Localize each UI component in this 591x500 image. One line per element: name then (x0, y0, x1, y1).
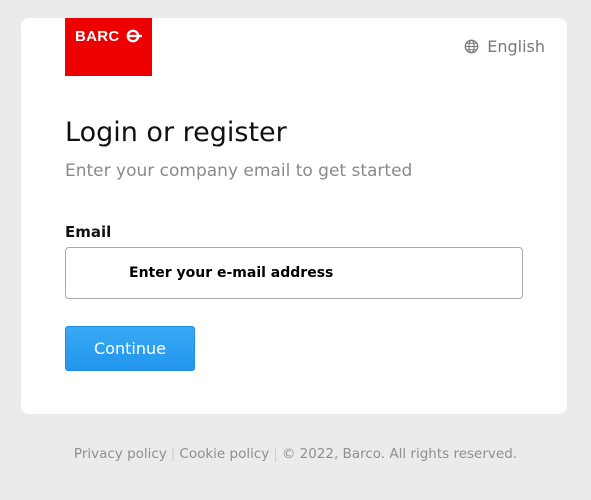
footer-separator: | (273, 446, 278, 462)
continue-button[interactable]: Continue (65, 326, 195, 371)
cookie-policy-link[interactable]: Cookie policy (179, 446, 269, 462)
language-label: English (487, 37, 545, 56)
login-card: BARC English Login or register Enter you… (21, 18, 567, 414)
copyright-text: © 2022, Barco. All rights reserved. (281, 446, 518, 462)
page-title: Login or register (65, 117, 287, 148)
footer: Privacy policy | Cookie policy | © 2022, Bar… (0, 446, 591, 462)
barco-logo-mark: BARC (75, 28, 142, 45)
globe-icon (464, 39, 479, 54)
footer-separator: | (170, 446, 176, 462)
language-selector[interactable]: English (464, 37, 545, 56)
email-label: Email (65, 223, 112, 241)
email-input[interactable] (65, 247, 523, 299)
svg-text:BARC: BARC (75, 28, 120, 45)
privacy-policy-link[interactable]: Privacy policy (74, 446, 167, 462)
page-subtitle: Enter your company email to get started (65, 161, 413, 181)
barco-logo: BARC (65, 18, 152, 76)
